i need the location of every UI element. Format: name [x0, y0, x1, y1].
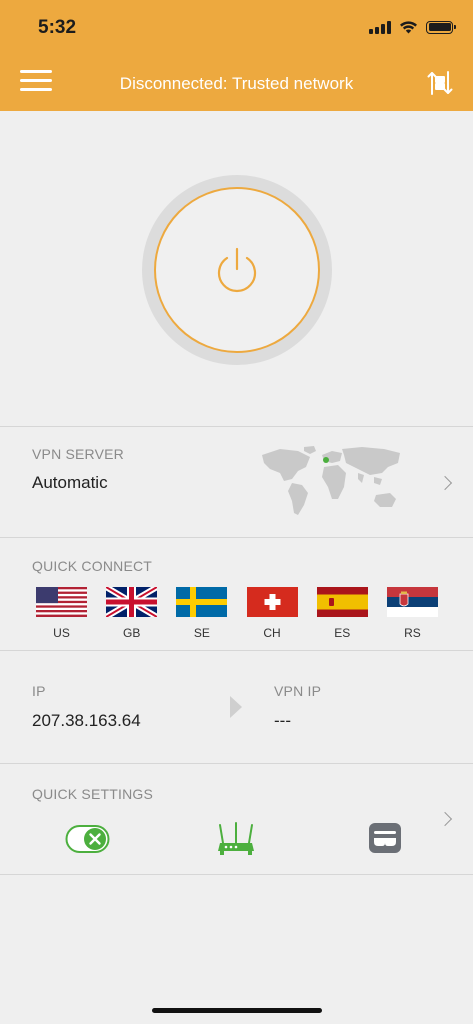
cellular-signal-icon	[369, 20, 391, 34]
stealth-icon[interactable]	[368, 822, 402, 854]
quick-connect-label: QUICK CONNECT	[32, 558, 153, 574]
connect-area	[0, 111, 473, 426]
vpn-ip-label: VPN IP	[274, 683, 322, 699]
rs-flag-icon	[386, 587, 438, 617]
vpn-server-label: VPN SERVER	[32, 446, 124, 462]
divider	[0, 537, 473, 538]
power-ring	[142, 175, 332, 365]
es-flag-icon	[316, 587, 368, 617]
server-list-icon[interactable]	[427, 70, 453, 96]
quick-connect-rs[interactable]: RS	[386, 587, 438, 640]
quick-connect-se[interactable]: SE	[176, 587, 228, 640]
se-flag-icon	[176, 587, 228, 617]
chevron-right-icon	[437, 811, 453, 827]
chevron-right-icon	[437, 475, 453, 491]
country-code: US	[53, 626, 70, 640]
quick-connect-gb[interactable]: GB	[106, 587, 158, 640]
arrow-right-icon	[230, 696, 242, 718]
quick-settings-label: QUICK SETTINGS	[32, 786, 154, 802]
world-map-icon	[262, 446, 400, 515]
quick-connect-flags: US GB SE CH ES RS	[36, 587, 438, 640]
vpn-server-value: Automatic	[32, 473, 108, 492]
vpn-ip-value: ---	[274, 711, 291, 730]
quick-settings-row[interactable]: QUICK SETTINGS	[0, 764, 473, 874]
home-indicator[interactable]	[152, 1008, 322, 1013]
ip-value: 207.38.163.64	[32, 711, 141, 730]
router-icon[interactable]	[217, 821, 255, 857]
country-code: ES	[334, 626, 351, 640]
quick-connect-ch[interactable]: CH	[246, 587, 298, 640]
gb-flag-icon	[106, 587, 158, 617]
battery-icon	[426, 20, 456, 34]
quick-connect-es[interactable]: ES	[316, 587, 368, 640]
us-flag-icon	[36, 587, 87, 617]
country-code: SE	[193, 626, 210, 640]
country-code: RS	[404, 626, 421, 640]
divider	[0, 650, 473, 651]
connect-power-button[interactable]	[154, 187, 320, 353]
wifi-icon	[400, 21, 417, 34]
ch-flag-icon	[246, 587, 298, 617]
connection-status-title: Disconnected: Trusted network	[119, 74, 354, 93]
country-code: GB	[123, 626, 141, 640]
divider	[0, 874, 473, 875]
status-time: 5:32	[38, 17, 77, 38]
country-code: CH	[263, 626, 281, 640]
auto-connect-toggle-icon[interactable]	[65, 824, 111, 854]
power-icon	[217, 247, 257, 293]
quick-connect-us[interactable]: US	[36, 587, 87, 640]
ip-label: IP	[32, 683, 46, 699]
vpn-server-row[interactable]: VPN SERVER Automatic	[0, 427, 473, 537]
status-icons	[369, 20, 456, 34]
app-header: 5:32 Disconnected: Trusted network	[0, 0, 473, 111]
